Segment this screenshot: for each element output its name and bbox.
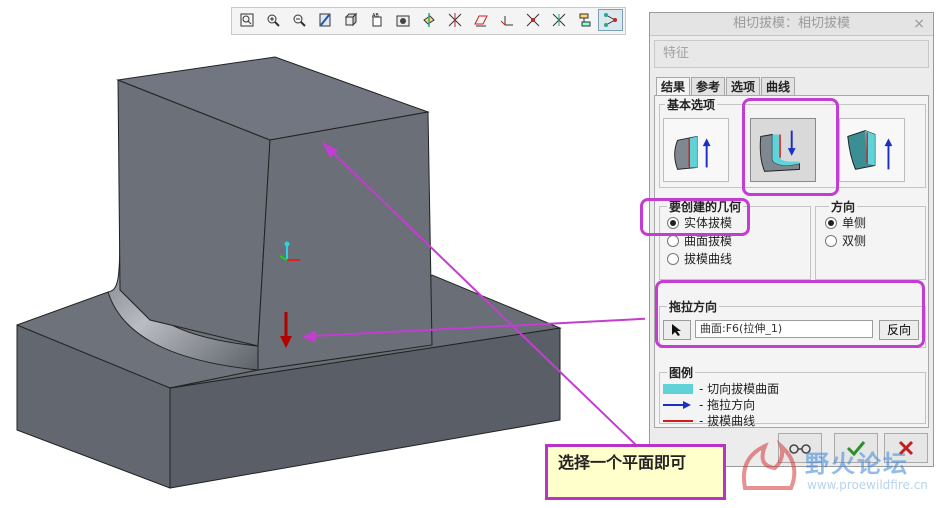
highlight-solid-option: [742, 98, 839, 196]
basic-options-title: 基本选项: [665, 96, 718, 113]
datum-points-icon[interactable]: [468, 9, 493, 31]
zoom-refit-icon[interactable]: [234, 9, 259, 31]
forum-watermark: 野火论坛 www.proewildfire.cn: [735, 438, 935, 498]
feature-label: 特征: [654, 40, 929, 68]
radio-button[interactable]: [667, 234, 679, 247]
direction-title: 方向: [829, 198, 858, 215]
zoom-out-icon[interactable]: [286, 9, 311, 31]
tangent-draft-dialog: 相切拔模：相切拔模 × 特征 结果 参考 选项 曲线 基本选项 要创建的几何 实…: [649, 12, 934, 467]
legend-item-pull-direction: - 拖拉方向: [663, 396, 755, 413]
tab-result[interactable]: 结果: [656, 77, 691, 96]
radio-label: 单侧: [842, 216, 867, 230]
saved-views-icon[interactable]: AB: [364, 9, 389, 31]
view-toolbar: AB: [231, 7, 626, 35]
legend-label: - 切向拔模曲面: [699, 382, 780, 396]
annotations-icon[interactable]: [520, 9, 545, 31]
highlight-pull-direction: [655, 280, 925, 348]
instruction-callout: 选择一个平面即可: [545, 444, 726, 500]
blue-arrow-icon: [663, 400, 691, 409]
coordinate-systems-icon[interactable]: [494, 9, 519, 31]
model-tree-icon[interactable]: [572, 9, 597, 31]
radio-label: 双侧: [842, 234, 867, 248]
tab-options[interactable]: 选项: [726, 77, 761, 96]
repaint-icon[interactable]: [312, 9, 337, 31]
legend-title: 图例: [667, 364, 696, 381]
zoom-in-icon[interactable]: [260, 9, 285, 31]
tab-references[interactable]: 参考: [691, 77, 726, 96]
model-viewport[interactable]: AB: [0, 0, 661, 505]
radio-button[interactable]: [825, 234, 837, 247]
radio-draft-curve[interactable]: 拔模曲线: [667, 250, 732, 267]
tangent-draft-curve-option-icon[interactable]: [663, 118, 729, 182]
red-line-icon: [663, 419, 693, 422]
cyan-swatch-icon: [663, 383, 693, 394]
display-style-icon[interactable]: [390, 9, 415, 31]
solid-model[interactable]: [0, 0, 661, 505]
legend-item-draft-surface: - 切向拔模曲面: [663, 380, 779, 397]
orientation-icon[interactable]: [338, 9, 363, 31]
tangent-draft-surface-option-icon[interactable]: [839, 118, 905, 182]
selection-filter-icon[interactable]: [598, 9, 623, 31]
radio-button[interactable]: [667, 252, 679, 265]
radio-label: 拔模曲线: [684, 252, 733, 266]
dialog-title-bar[interactable]: 相切拔模：相切拔模 ×: [650, 13, 933, 36]
flame-logo-icon: [742, 439, 797, 490]
legend-item-draft-curve: - 拔模曲线: [663, 412, 755, 429]
datum-planes-icon[interactable]: [416, 9, 441, 31]
spin-center-icon[interactable]: [546, 9, 571, 31]
dialog-tabs: 结果 参考 选项 曲线: [656, 77, 796, 96]
legend-label: - 拔模曲线: [699, 414, 756, 428]
highlight-solid-draft-radio: [640, 198, 750, 236]
radio-button-selected[interactable]: [825, 216, 837, 229]
tab-curves[interactable]: 曲线: [761, 77, 796, 96]
svg-text:AB: AB: [372, 13, 379, 19]
watermark-url: www.proewildfire.cn: [807, 478, 928, 492]
datum-axes-icon[interactable]: [442, 9, 467, 31]
legend-label: - 拖拉方向: [699, 398, 756, 412]
close-icon[interactable]: ×: [913, 13, 925, 35]
radio-one-side[interactable]: 单侧: [825, 214, 866, 231]
watermark-title: 野火论坛: [805, 450, 909, 478]
dialog-title: 相切拔模：相切拔模: [732, 16, 850, 31]
radio-two-sides[interactable]: 双侧: [825, 232, 866, 249]
